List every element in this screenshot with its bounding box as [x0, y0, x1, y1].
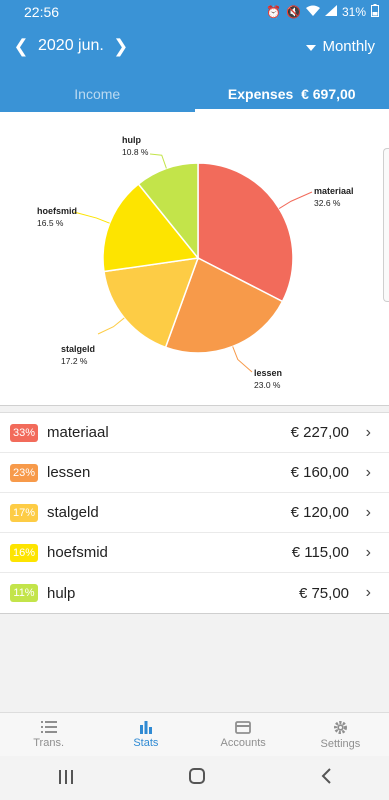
chevron-right-icon: › [365, 543, 371, 561]
home-icon[interactable] [189, 767, 206, 790]
app-header: ❮ 2020 jun. ❯ Monthly Income Expenses € … [0, 24, 389, 112]
category-amount: € 75,00 [298, 584, 349, 602]
leader-line-materiaal [278, 191, 313, 209]
period-selector: ❮ 2020 jun. ❯ [10, 36, 132, 56]
nav-accounts-label: Accounts [220, 736, 266, 749]
tab-expenses[interactable]: Expenses € 697,00 [194, 76, 389, 112]
category-name: materiaal [47, 424, 109, 441]
slice-label-hulp: hulp [122, 135, 141, 145]
category-name: stalgeld [47, 504, 99, 521]
battery-percent: 31% [341, 5, 366, 19]
tab-expenses-label: Expenses € 697,00 [227, 86, 356, 102]
bottom-nav: Trans. Stats Accounts Settings [0, 712, 389, 756]
chevron-right-icon: › [365, 463, 371, 481]
list-icon [40, 721, 57, 733]
dropdown-arrow-icon [306, 38, 317, 55]
slice-percent-stalgeld: 17.2 % [61, 356, 88, 366]
chevron-right-icon: › [365, 503, 371, 521]
wifi-icon [305, 5, 320, 19]
leader-line-hulp [149, 153, 167, 169]
list-item[interactable]: 16% hoefsmid € 115,00 › [0, 533, 389, 573]
tab-income-label: Income [74, 86, 121, 102]
tab-income[interactable]: Income [0, 76, 195, 112]
alarm-icon: ⏰ [266, 5, 282, 19]
category-amount: € 120,00 [290, 504, 349, 521]
back-icon[interactable] [321, 767, 331, 790]
leader-line-stalgeld [97, 317, 125, 335]
chevron-left-icon[interactable]: ❮ [10, 36, 32, 56]
list-item[interactable]: 11% hulp € 75,00 › [0, 573, 389, 613]
list-item[interactable]: 17% stalgeld € 120,00 › [0, 493, 389, 533]
slice-label-lessen: lessen [254, 368, 282, 378]
nav-trans-label: Trans. [33, 737, 64, 749]
nav-stats-label: Stats [133, 737, 159, 749]
category-name: hulp [47, 584, 76, 602]
slice-label-stalgeld: stalgeld [61, 344, 95, 354]
status-icons: ⏰ 🔇 31% [266, 4, 379, 20]
list-item[interactable]: 33% materiaal € 227,00 › [0, 413, 389, 453]
leader-line-hoefsmid [73, 211, 110, 224]
category-name: hoefsmid [47, 544, 108, 561]
chevron-right-icon: › [365, 584, 371, 601]
system-nav-bar [0, 756, 389, 800]
leader-line-lessen [232, 346, 253, 373]
signal-icon [324, 5, 337, 19]
view-mode-dropdown[interactable]: Monthly [306, 38, 375, 55]
view-mode-label: Monthly [322, 38, 375, 55]
percent-badge: 17% [10, 503, 38, 522]
slice-percent-lessen: 23.0 % [254, 380, 281, 390]
chevron-right-icon[interactable]: ❯ [110, 36, 132, 56]
slice-label-materiaal: materiaal [314, 186, 354, 196]
bar-chart-icon [139, 721, 152, 734]
period-label[interactable]: 2020 jun. [38, 37, 104, 55]
nav-trans[interactable]: Trans. [0, 713, 97, 756]
wallet-icon [235, 720, 252, 734]
percent-badge: 16% [10, 543, 38, 562]
slice-percent-hoefsmid: 16.5 % [37, 218, 64, 228]
percent-badge: 23% [10, 463, 38, 482]
category-amount: € 115,00 [291, 544, 349, 561]
pie-chart[interactable]: materiaal 32.6 % lessen 23.0 % stalgeld 17.2 … [0, 112, 389, 406]
slice-percent-materiaal: 32.6 % [314, 198, 341, 208]
tab-bar: Income Expenses € 697,00 [0, 76, 389, 112]
chevron-right-icon: › [365, 423, 371, 441]
nav-accounts[interactable]: Accounts [195, 713, 292, 756]
nav-stats[interactable]: Stats [97, 713, 194, 756]
list-item[interactable]: 23% lessen € 160,00 › [0, 453, 389, 493]
category-list: 33% materiaal € 227,00 › 23% lessen € 16… [0, 412, 389, 614]
battery-icon [371, 4, 379, 20]
nav-settings[interactable]: Settings [292, 713, 389, 756]
slice-label-hoefsmid: hoefsmid [37, 206, 77, 216]
category-amount: € 227,00 [290, 424, 349, 441]
side-drawer-handle[interactable] [383, 148, 389, 302]
category-amount: € 160,00 [290, 464, 349, 481]
percent-badge: 33% [10, 423, 38, 442]
chart-card: materiaal 32.6 % lessen 23.0 % stalgeld 17.2 … [0, 112, 389, 406]
category-name: lessen [47, 464, 91, 481]
slice-percent-hulp: 10.8 % [122, 147, 149, 157]
recent-apps-icon[interactable] [58, 767, 74, 790]
nav-settings-label: Settings [320, 737, 361, 750]
status-bar: 22:56 ⏰ 🔇 31% [0, 0, 389, 24]
status-time: 22:56 [24, 4, 60, 20]
gear-icon [333, 720, 347, 734]
percent-badge: 11% [10, 584, 38, 602]
mute-icon: 🔇 [286, 5, 301, 19]
